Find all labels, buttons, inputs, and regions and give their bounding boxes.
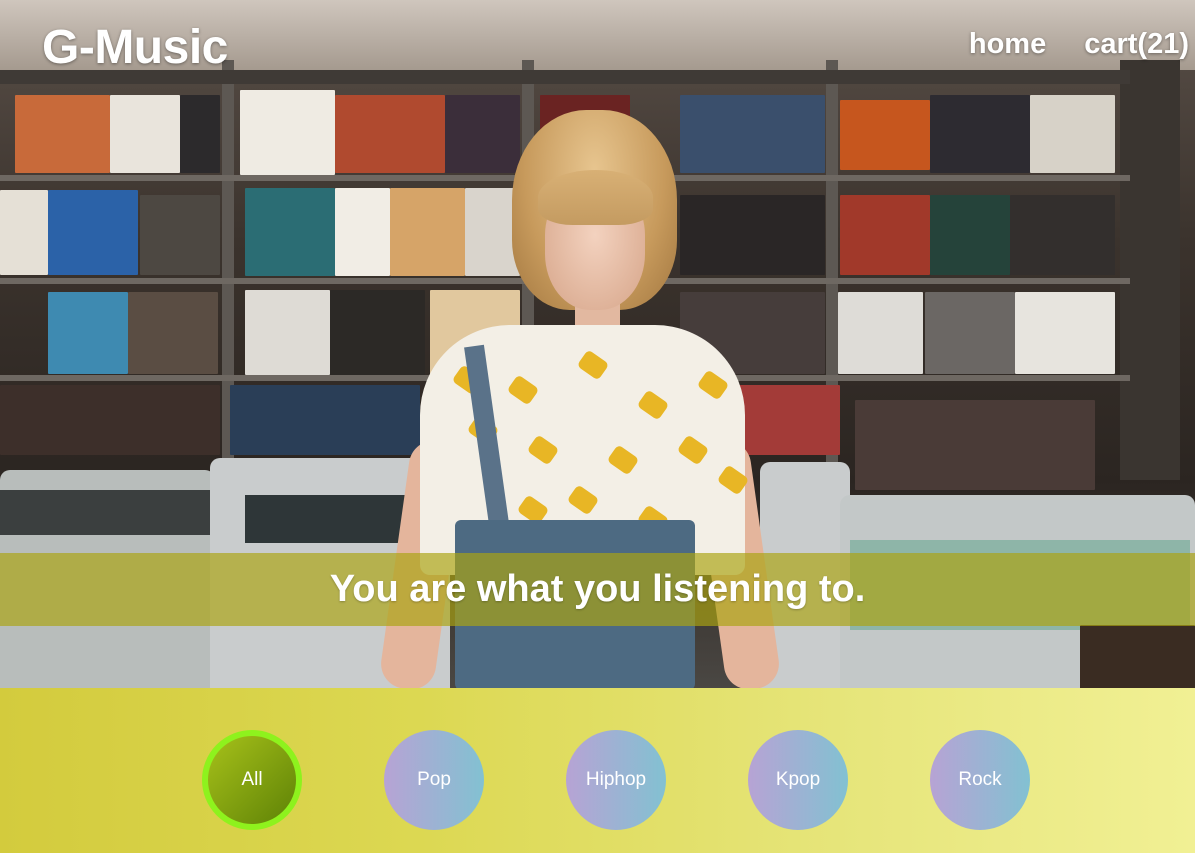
genre-all-button[interactable]: All [202,730,302,830]
nav-home-link[interactable]: home [969,28,1046,61]
tagline-band: You are what you listening to. [0,553,1195,626]
top-nav: home cart(21) [969,28,1189,61]
site-logo[interactable]: G-Music [42,20,228,75]
nav-cart-link[interactable]: cart(21) [1084,28,1189,61]
genre-kpop-button[interactable]: Kpop [748,730,848,830]
genre-filter-bar: All Pop Hiphop Kpop Rock [0,688,1195,853]
genre-hiphop-button[interactable]: Hiphop [566,730,666,830]
hero-banner: You are what you listening to. [0,0,1195,688]
genre-rock-button[interactable]: Rock [930,730,1030,830]
hero-tagline: You are what you listening to. [329,568,866,610]
genre-pop-button[interactable]: Pop [384,730,484,830]
